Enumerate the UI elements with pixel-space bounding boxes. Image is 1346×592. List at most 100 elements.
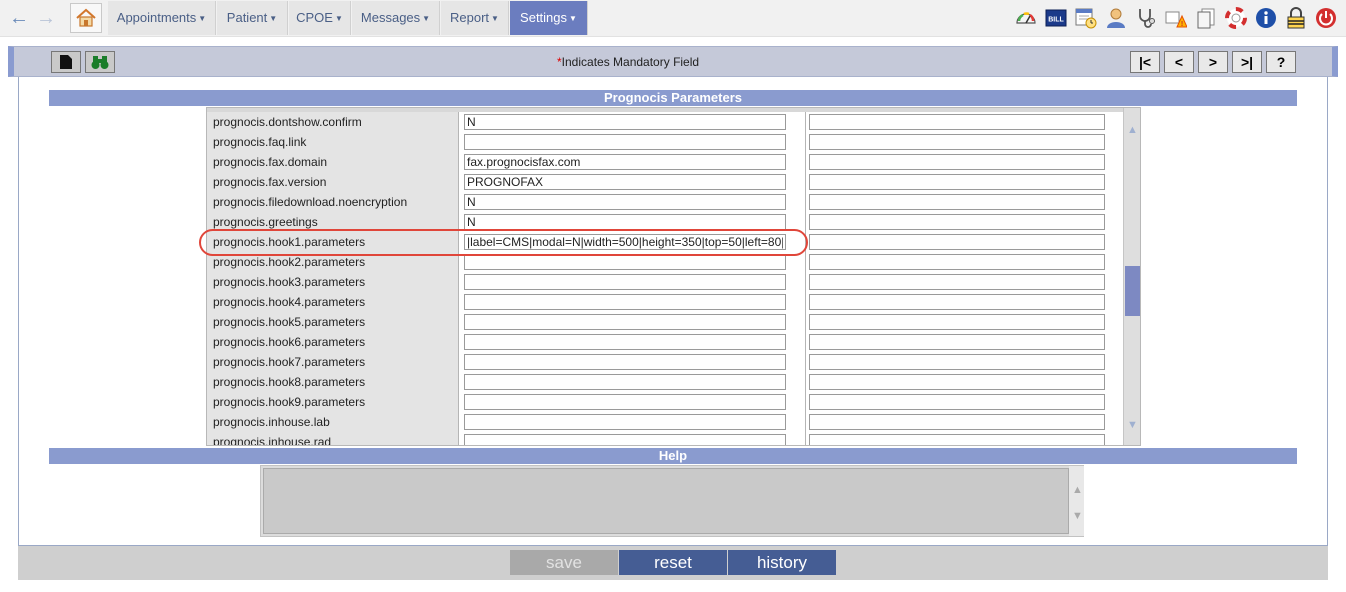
reset-button[interactable]: reset xyxy=(619,550,727,575)
menu-messages[interactable]: Messages ▼ xyxy=(352,1,440,35)
table-row: prognocis.dontshow.confirm xyxy=(207,112,1123,132)
documents-icon[interactable] xyxy=(1195,7,1217,29)
grid-scroll-thumb[interactable] xyxy=(1125,266,1140,316)
last-record-button[interactable]: >| xyxy=(1232,51,1262,73)
help-panel: ▲ ▼ xyxy=(260,465,1084,537)
parameter-name: prognocis.inhouse.rad xyxy=(207,432,459,445)
extra-cell xyxy=(806,312,1123,332)
parameter-extra-input[interactable] xyxy=(809,414,1105,430)
parameter-value-input[interactable] xyxy=(464,334,786,350)
home-button[interactable] xyxy=(70,3,102,33)
value-cell xyxy=(459,292,806,312)
parameter-extra-input[interactable] xyxy=(809,294,1105,310)
history-button[interactable]: history xyxy=(728,550,836,575)
bill-icon[interactable]: BILL xyxy=(1045,7,1067,29)
parameter-extra-input[interactable] xyxy=(809,434,1105,445)
help-button[interactable]: ? xyxy=(1266,51,1296,73)
menu-appointments[interactable]: Appointments ▼ xyxy=(108,1,216,35)
parameter-value-input[interactable] xyxy=(464,274,786,290)
parameter-extra-input[interactable] xyxy=(809,374,1105,390)
previous-record-button[interactable]: < xyxy=(1164,51,1194,73)
parameter-extra-input[interactable] xyxy=(809,334,1105,350)
extra-cell xyxy=(806,272,1123,292)
table-row: prognocis.hook4.parameters xyxy=(207,292,1123,312)
info-icon[interactable] xyxy=(1255,7,1277,29)
next-record-button[interactable]: > xyxy=(1198,51,1228,73)
value-cell xyxy=(459,272,806,292)
alert-icon[interactable]: ! xyxy=(1165,7,1187,29)
parameter-value-input[interactable] xyxy=(464,254,786,270)
parameter-extra-input[interactable] xyxy=(809,254,1105,270)
parameter-name: prognocis.hook5.parameters xyxy=(207,312,459,332)
parameter-value-input[interactable] xyxy=(464,194,786,210)
parameter-extra-input[interactable] xyxy=(809,194,1105,210)
table-row: prognocis.fax.version xyxy=(207,172,1123,192)
extra-cell xyxy=(806,132,1123,152)
table-row: prognocis.hook5.parameters xyxy=(207,312,1123,332)
parameter-value-input[interactable] xyxy=(464,294,786,310)
parameter-extra-input[interactable] xyxy=(809,134,1105,150)
help-header: Help xyxy=(49,448,1297,464)
parameter-value-input[interactable] xyxy=(464,214,786,230)
extra-cell xyxy=(806,372,1123,392)
save-button[interactable]: save xyxy=(510,550,618,575)
parameter-extra-input[interactable] xyxy=(809,274,1105,290)
value-cell xyxy=(459,372,806,392)
table-row: prognocis.inhouse.lab xyxy=(207,412,1123,432)
help-scroll-down-icon[interactable]: ▼ xyxy=(1071,510,1084,522)
parameter-value-input[interactable] xyxy=(464,234,786,250)
lock-icon[interactable] xyxy=(1285,7,1307,29)
parameter-extra-input[interactable] xyxy=(809,154,1105,170)
action-footer: save reset history xyxy=(18,546,1328,580)
parameter-value-input[interactable] xyxy=(464,354,786,370)
parameter-extra-input[interactable] xyxy=(809,174,1105,190)
parameter-extra-input[interactable] xyxy=(809,314,1105,330)
power-icon[interactable] xyxy=(1315,7,1337,29)
parameter-extra-input[interactable] xyxy=(809,214,1105,230)
value-cell xyxy=(459,132,806,152)
value-cell xyxy=(459,172,806,192)
help-text-area[interactable] xyxy=(263,468,1069,534)
user-icon[interactable] xyxy=(1105,7,1127,29)
new-document-button[interactable] xyxy=(51,51,81,73)
extra-cell xyxy=(806,232,1123,252)
extra-cell xyxy=(806,432,1123,445)
extra-cell xyxy=(806,412,1123,432)
calendar-clock-icon[interactable] xyxy=(1075,7,1097,29)
parameter-extra-input[interactable] xyxy=(809,354,1105,370)
parameter-value-input[interactable] xyxy=(464,114,786,130)
bill-icon-label: BILL xyxy=(1048,17,1064,24)
forward-arrow-icon[interactable]: → xyxy=(35,7,57,29)
help-scrollbar[interactable]: ▲ ▼ xyxy=(1069,466,1084,536)
first-record-button[interactable]: |< xyxy=(1130,51,1160,73)
parameter-value-input[interactable] xyxy=(464,394,786,410)
menu-patient[interactable]: Patient ▼ xyxy=(217,1,288,35)
parameter-value-input[interactable] xyxy=(464,134,786,150)
extra-cell xyxy=(806,252,1123,272)
grid-vertical-scrollbar[interactable]: ▲ ▼ xyxy=(1123,108,1140,445)
parameter-value-input[interactable] xyxy=(464,154,786,170)
parameter-extra-input[interactable] xyxy=(809,394,1105,410)
scroll-up-icon[interactable]: ▲ xyxy=(1126,124,1139,136)
back-arrow-icon[interactable]: ← xyxy=(8,7,30,29)
parameter-value-input[interactable] xyxy=(464,414,786,430)
extra-cell xyxy=(806,332,1123,352)
table-row: prognocis.hook7.parameters xyxy=(207,352,1123,372)
parameter-name: prognocis.hook7.parameters xyxy=(207,352,459,372)
parameter-extra-input[interactable] xyxy=(809,114,1105,130)
parameter-value-input[interactable] xyxy=(464,174,786,190)
stethoscope-icon[interactable] xyxy=(1135,7,1157,29)
search-button[interactable] xyxy=(85,51,115,73)
parameter-value-input[interactable] xyxy=(464,434,786,445)
parameter-value-input[interactable] xyxy=(464,374,786,390)
menu-cpoe[interactable]: CPOE ▼ xyxy=(289,1,351,35)
lifebuoy-icon[interactable] xyxy=(1225,7,1247,29)
help-scroll-up-icon[interactable]: ▲ xyxy=(1071,484,1084,496)
scroll-down-icon[interactable]: ▼ xyxy=(1126,419,1139,431)
menu-settings[interactable]: Settings ▼ xyxy=(510,1,588,35)
menu-report[interactable]: Report ▼ xyxy=(441,1,509,35)
value-cell xyxy=(459,432,806,445)
dashboard-icon[interactable] xyxy=(1015,7,1037,29)
parameter-value-input[interactable] xyxy=(464,314,786,330)
parameter-extra-input[interactable] xyxy=(809,234,1105,250)
